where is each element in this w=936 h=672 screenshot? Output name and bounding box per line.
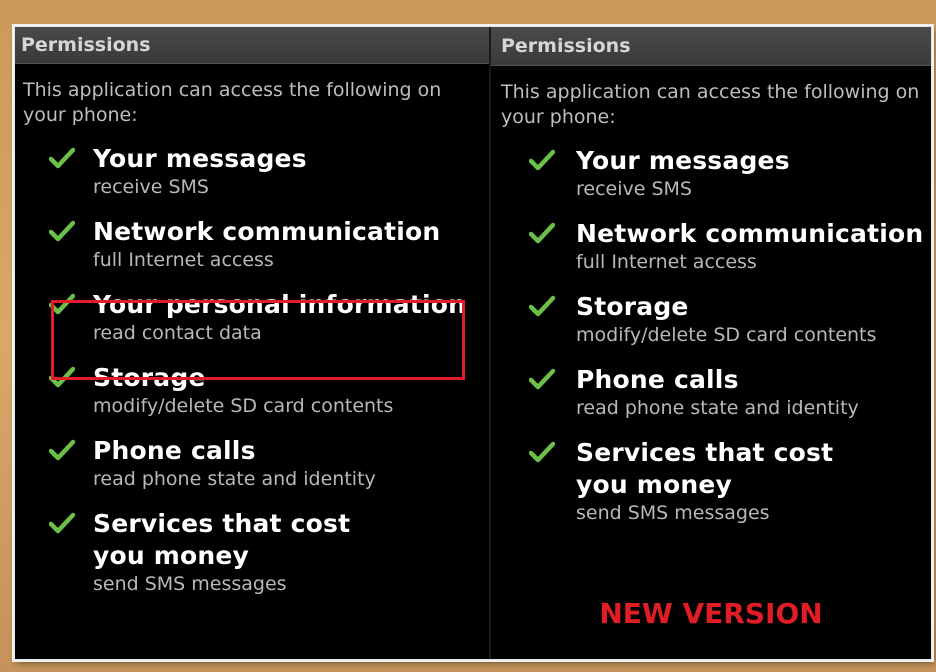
permission-title: Your personal information — [93, 290, 467, 319]
permission-item-paid-services: Services that cost you money send SMS me… — [15, 508, 489, 596]
permission-item-personal-info: Your personal information read contact d… — [15, 289, 489, 345]
permission-item-paid-services: Services that cost you money send SMS me… — [491, 437, 931, 525]
check-icon — [49, 220, 75, 242]
permission-detail: send SMS messages — [93, 573, 287, 595]
permission-title: Network communication — [93, 217, 441, 246]
check-icon — [529, 222, 555, 244]
permission-title: Network communication — [576, 219, 924, 248]
permission-title: Storage — [576, 292, 689, 321]
permission-item-storage: Storage modify/delete SD card contents — [15, 362, 489, 418]
permission-detail: read phone state and identity — [93, 468, 376, 490]
check-icon — [529, 368, 555, 390]
check-icon — [49, 512, 75, 534]
permission-title: Your messages — [576, 146, 790, 175]
permission-item-messages: Your messages receive SMS — [15, 143, 489, 199]
permission-item-network: Network communication full Internet acce… — [15, 216, 489, 272]
permissions-panel-old: Permissions This application can access … — [15, 27, 489, 659]
permission-item-messages: Your messages receive SMS — [491, 145, 931, 201]
permission-item-network: Network communication full Internet acce… — [491, 218, 931, 274]
permission-detail: modify/delete SD card contents — [93, 395, 394, 417]
screenshot-frame: Permissions This application can access … — [14, 26, 932, 660]
permission-list: Your messages receive SMS Network commun… — [15, 143, 489, 596]
check-icon — [529, 441, 555, 463]
check-icon — [49, 366, 75, 388]
check-icon — [49, 147, 75, 169]
check-icon — [529, 149, 555, 171]
permission-detail: modify/delete SD card contents — [576, 324, 877, 346]
permission-title: Services that cost you money — [93, 509, 351, 570]
permission-detail: read contact data — [93, 322, 262, 344]
panel-header: Permissions — [15, 27, 489, 64]
permission-detail: send SMS messages — [576, 502, 770, 524]
permission-item-phone-calls: Phone calls read phone state and identit… — [15, 435, 489, 491]
permission-title: Services that cost you money — [576, 438, 834, 499]
panel-intro: This application can access the followin… — [23, 79, 442, 126]
check-icon — [49, 439, 75, 461]
permission-detail: receive SMS — [93, 176, 209, 198]
permission-detail: receive SMS — [576, 178, 692, 200]
permission-item-phone-calls: Phone calls read phone state and identit… — [491, 364, 931, 420]
permission-title: Your messages — [93, 144, 307, 173]
panel-header: Permissions — [491, 27, 931, 66]
permission-title: Phone calls — [576, 365, 739, 394]
check-icon — [529, 295, 555, 317]
panel-intro: This application can access the followin… — [501, 81, 920, 128]
permission-list: Your messages receive SMS Network commun… — [491, 145, 931, 525]
permission-detail: read phone state and identity — [576, 397, 859, 419]
permission-detail: full Internet access — [576, 251, 757, 273]
new-version-caption: NEW VERSION — [599, 597, 823, 630]
permission-title: Phone calls — [93, 436, 256, 465]
permission-item-storage: Storage modify/delete SD card contents — [491, 291, 931, 347]
permissions-panel-new: Permissions This application can access … — [491, 27, 931, 659]
permission-detail: full Internet access — [93, 249, 274, 271]
check-icon — [49, 293, 75, 315]
permission-title: Storage — [93, 363, 206, 392]
